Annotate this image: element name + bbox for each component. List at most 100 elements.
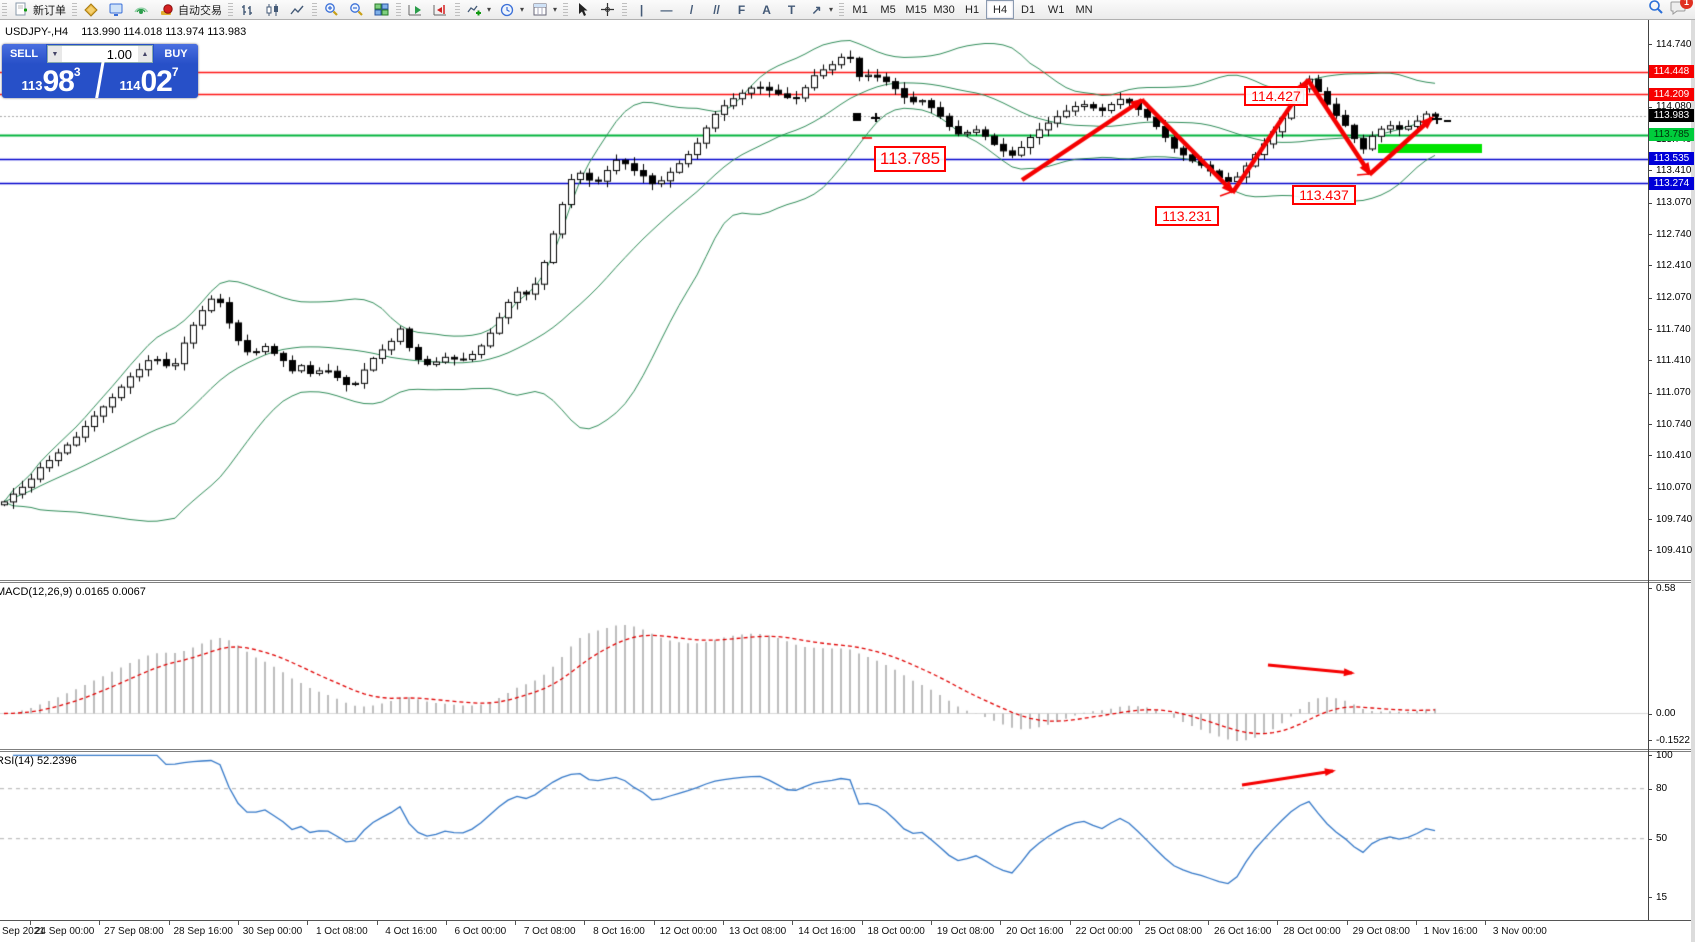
buy-price-prefix: 114 [119,78,140,93]
axis-tick-mark [1648,329,1652,330]
chevron-down-icon[interactable]: ▾ [829,5,833,14]
price-level-badge: 114.209 [1649,88,1694,101]
time-axis-tick [931,920,932,925]
buy-button[interactable]: BUY [154,44,198,64]
axis-tick-mark [1648,234,1652,235]
periods-button[interactable]: ▾ [495,0,528,20]
search-icon[interactable] [1648,0,1664,20]
timeframe-button-h4[interactable]: H4 [986,0,1014,19]
toolbar-grip [839,3,844,17]
chat-icon[interactable]: 1 [1670,0,1687,20]
text-button[interactable]: A [754,0,779,20]
chevron-down-icon[interactable]: ▾ [520,5,524,14]
rsi-tick-label: 100 [1656,750,1673,761]
auto-scroll-button[interactable] [403,0,428,20]
time-axis-tick [1485,920,1486,925]
tile-windows-button[interactable] [369,0,394,20]
bar-chart-button[interactable] [235,0,260,20]
timeframe-button-h1[interactable]: H1 [958,0,986,19]
price-tick-label: 109.740 [1656,514,1692,525]
volume-input[interactable]: 1.00 [62,47,138,62]
annotation-price-label[interactable]: 113.437 [1292,185,1356,205]
time-axis-label: 18 Oct 00:00 [868,926,925,937]
time-axis-tick [1416,920,1417,925]
time-axis-tick [1277,920,1278,925]
templates-button[interactable]: ▾ [528,0,561,20]
autotrading-button[interactable]: 自动交易 [154,0,226,20]
price-tick-label: 111.740 [1656,324,1691,335]
templates-icon [532,2,549,18]
volume-down-icon[interactable]: ▼ [48,46,62,62]
main-chart-canvas[interactable] [0,20,1648,580]
axis-tick-mark [1648,203,1652,204]
timeframe-button-m15[interactable]: M15 [902,0,930,19]
timeframe-button-m1[interactable]: M1 [846,0,874,19]
timeframe-button-m30[interactable]: M30 [930,0,958,19]
channel-icon: // [708,2,725,18]
time-axis-tick [723,920,724,925]
fibonacci-button[interactable]: F [729,0,754,20]
timeframe-button-d1[interactable]: D1 [1014,0,1042,19]
new-order-button[interactable]: 新订单 [9,0,70,20]
toolbar-grip [228,3,233,17]
candlestick-chart-button[interactable] [260,0,285,20]
price-level-badge: 113.535 [1649,152,1694,165]
chevron-down-icon[interactable]: ▾ [487,5,491,14]
label-button[interactable]: T [779,0,804,20]
indicators-button[interactable]: ▾ [462,0,495,20]
price-tick-label: 112.410 [1656,260,1691,271]
deposit-button[interactable] [79,0,104,20]
shapes-button[interactable]: ↗▾ [804,0,837,20]
time-axis-label: 29 Oct 08:00 [1353,926,1410,937]
axis-tick-mark [1648,265,1652,266]
volume-up-icon[interactable]: ▲ [138,46,152,62]
timeline-separator [0,920,1695,921]
sell-button[interactable]: SELL [2,44,46,64]
axis-tick-mark [1648,488,1652,489]
annotation-price-label[interactable]: 113.785 [874,146,946,172]
macd-tick-label: 0.58 [1656,583,1675,594]
timeframe-button-m5[interactable]: M5 [874,0,902,19]
trendline-button[interactable]: / [679,0,704,20]
community-button[interactable] [104,0,129,20]
sell-price[interactable]: 113 98 3 [2,64,100,98]
macd-pane-canvas[interactable] [0,583,1648,749]
crosshair-button[interactable] [595,0,620,20]
price-tick-label: 113.410 [1656,165,1691,176]
toolbar-right: 1 [1648,0,1695,20]
time-axis-tick [862,920,863,925]
buy-price[interactable]: 114 02 7 [100,64,198,98]
zoom-out-button[interactable] [344,0,369,20]
macd-indicator-label: MACD(12,26,9) 0.0165 0.0067 [0,586,146,598]
chart-shift-button[interactable] [428,0,453,20]
volume-stepper[interactable]: ▼ 1.00 ▲ [47,45,153,63]
channel-button[interactable]: // [704,0,729,20]
trendline-icon: / [683,2,700,18]
price-tick-label: 112.070 [1656,292,1691,303]
rsi-pane-canvas[interactable] [0,752,1648,920]
time-axis-tick [1000,920,1001,925]
signals-button[interactable] [129,0,154,20]
rsi-indicator-label: RSI(14) 52.2396 [0,755,77,767]
horizontal-line-button[interactable]: — [654,0,679,20]
time-axis-tick [584,920,585,925]
price-tick-label: 113.070 [1656,197,1691,208]
zoom-out-icon [348,2,365,18]
line-chart-button[interactable] [285,0,310,20]
chevron-down-icon[interactable]: ▾ [553,5,557,14]
price-level-badge: 113.274 [1649,177,1694,190]
annotation-price-label[interactable]: 113.231 [1155,206,1219,226]
timeframe-button-w1[interactable]: W1 [1042,0,1070,19]
vertical-line-button[interactable]: | [629,0,654,20]
cursor-button[interactable] [570,0,595,20]
time-axis-tick [792,920,793,925]
time-axis-tick [1208,920,1209,925]
timeframe-button-mn[interactable]: MN [1070,0,1098,19]
annotation-price-label[interactable]: 114.427 [1244,86,1308,106]
macd-name: MACD(12,26,9) [0,586,72,598]
text-icon: A [758,2,775,18]
zoom-in-button[interactable] [319,0,344,20]
time-axis-label: 25 Oct 08:00 [1145,926,1202,937]
toolbar-button-label: 自动交易 [178,2,222,18]
indicators-icon [466,2,483,18]
